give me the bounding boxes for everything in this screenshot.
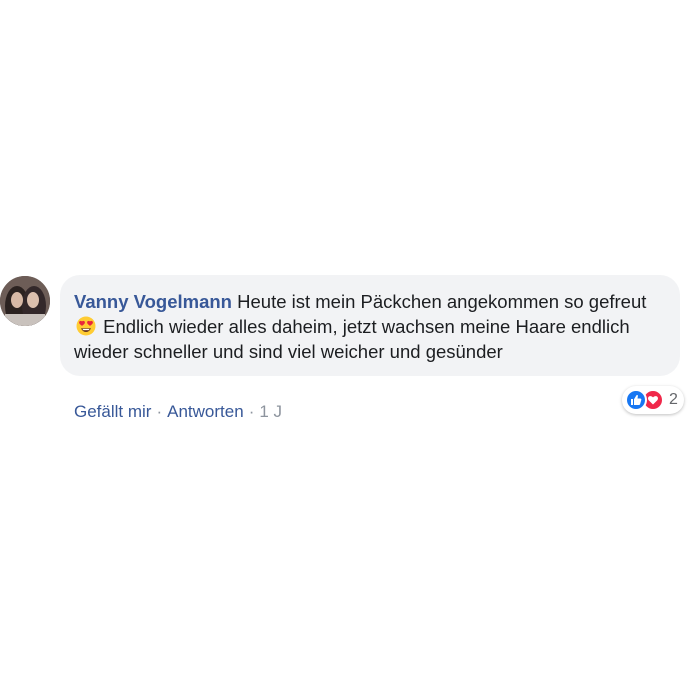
comment-timestamp[interactable]: 1 J xyxy=(259,402,282,421)
comment-text-part-1: Heute ist mein Päckchen angekommen so ge… xyxy=(237,291,647,312)
reactions-summary[interactable]: 2 xyxy=(622,386,684,414)
comment-author[interactable]: Vanny Vogelmann xyxy=(74,291,232,312)
reply-link[interactable]: Antworten xyxy=(167,402,244,421)
reaction-count: 2 xyxy=(669,391,678,408)
comment-bubble: Vanny Vogelmann Heute ist mein Päckchen … xyxy=(60,275,680,376)
avatar[interactable] xyxy=(0,276,50,326)
like-link[interactable]: Gefällt mir xyxy=(74,402,151,421)
avatar-photo-icon xyxy=(0,276,50,326)
action-separator: · xyxy=(248,402,255,421)
comment-text-part-2: Endlich wieder alles daheim, jetzt wachs… xyxy=(74,316,630,362)
comment: Vanny Vogelmann Heute ist mein Päckchen … xyxy=(0,270,700,440)
like-icon xyxy=(625,389,647,411)
action-separator: · xyxy=(156,402,163,421)
heart-eyes-emoji-icon xyxy=(76,316,96,336)
comment-actions: Gefällt mir · Antworten · 1 J xyxy=(74,402,282,422)
